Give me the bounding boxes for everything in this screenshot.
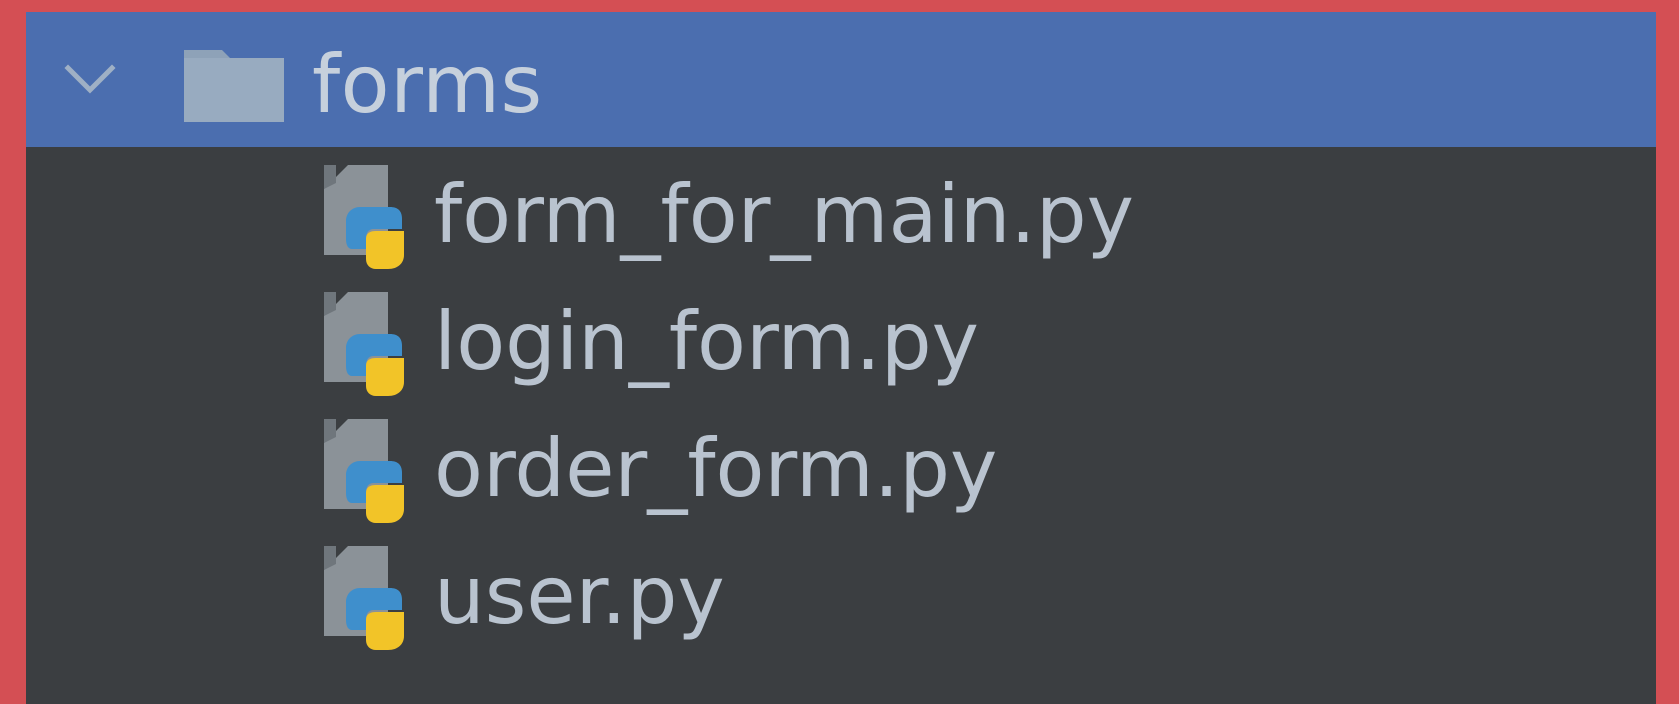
folder-label: forms: [312, 38, 543, 131]
project-tree-panel: forms form_for_main.py login_form.py ord…: [26, 12, 1656, 704]
python-file-icon: [324, 165, 404, 269]
tree-folder-forms[interactable]: forms: [26, 12, 1656, 147]
python-file-icon: [324, 546, 404, 650]
file-item-order-form[interactable]: order_form.py: [26, 401, 1656, 537]
python-file-icon: [324, 419, 404, 523]
file-item-user[interactable]: user.py: [26, 528, 1656, 664]
folder-icon: [184, 50, 284, 122]
python-file-icon: [324, 292, 404, 396]
chevron-down-icon[interactable]: [62, 60, 118, 100]
file-item-login-form[interactable]: login_form.py: [26, 274, 1656, 410]
file-label: order_form.py: [434, 422, 998, 515]
file-label: login_form.py: [434, 295, 979, 388]
file-label: form_for_main.py: [434, 168, 1134, 261]
file-label: user.py: [434, 549, 725, 642]
file-item-form-for-main[interactable]: form_for_main.py: [26, 147, 1656, 283]
